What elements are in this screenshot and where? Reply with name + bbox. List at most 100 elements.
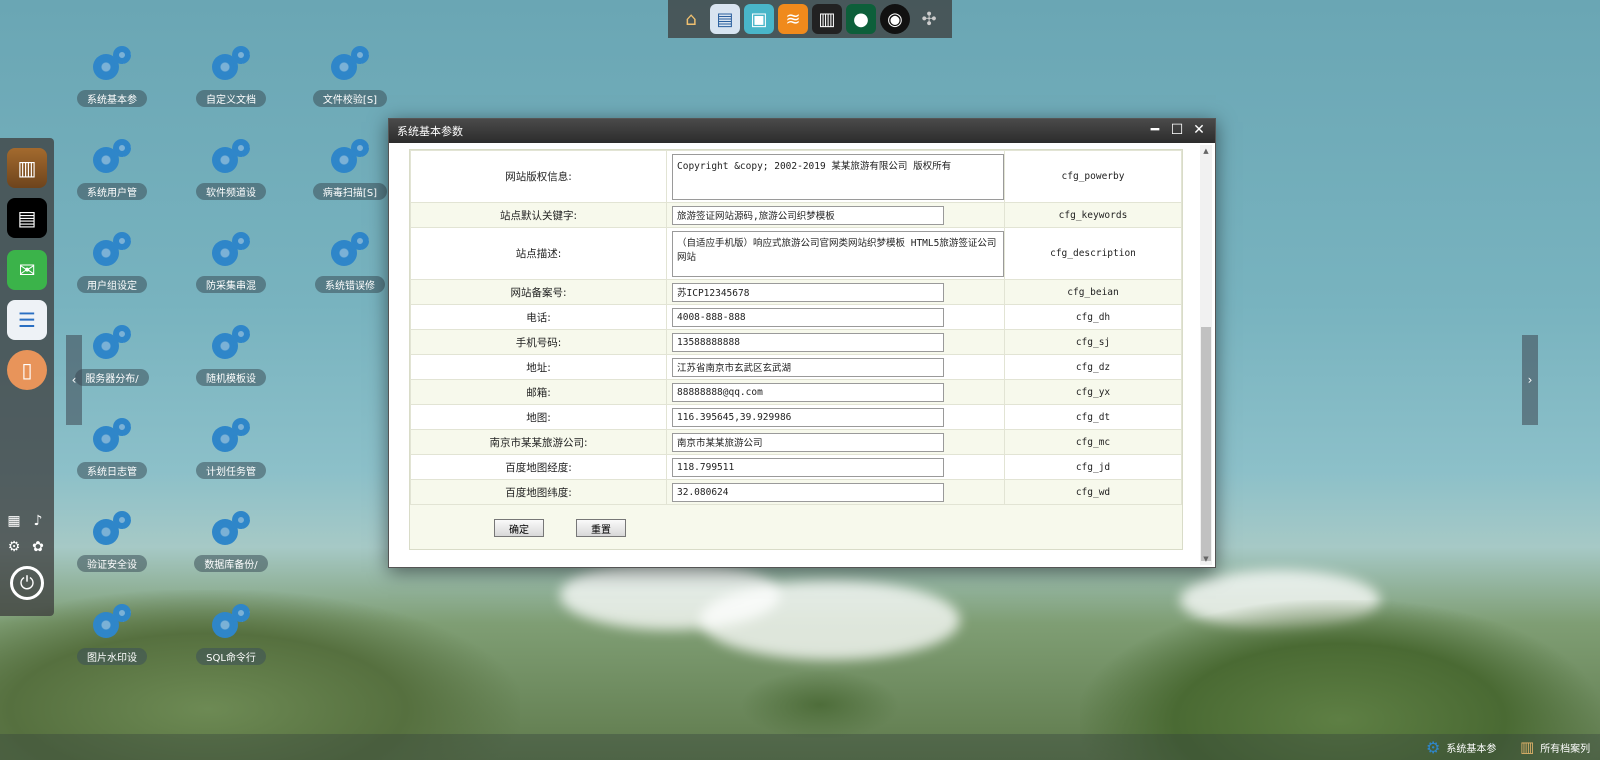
param-key: cfg_dz	[1004, 354, 1182, 380]
param-textarea[interactable]: Copyright &copy; 2002-2019 某某旅游有限公司 版权所有	[672, 153, 1004, 200]
notes-app-icon[interactable]: ▤	[7, 198, 47, 238]
param-input[interactable]	[672, 457, 944, 477]
param-row: 站点默认关键字: cfg_keywords	[410, 202, 1182, 228]
param-label: 站点描述:	[410, 227, 667, 280]
palette-icon[interactable]: ✿	[29, 538, 47, 556]
gears-icon	[206, 602, 256, 642]
param-key: cfg_beian	[1004, 279, 1182, 305]
gears-icon	[325, 137, 375, 177]
param-value-cell	[666, 354, 1005, 380]
desktop-icon[interactable]: 用户组设定	[62, 230, 162, 293]
scroll-down-icon[interactable]: ▼	[1200, 553, 1212, 565]
param-row: 网站备案号: cfg_beian	[410, 279, 1182, 305]
desktop-icon[interactable]: 文件校验[S]	[300, 44, 400, 107]
param-row: 网站版权信息: Copyright &copy; 2002-2019 某某旅游有限…	[410, 150, 1182, 203]
maximize-icon[interactable]: ☐	[1169, 122, 1185, 138]
desktop-icon[interactable]: 系统用户管	[62, 137, 162, 200]
gears-icon	[325, 44, 375, 84]
document-app-icon[interactable]: ▯	[7, 350, 47, 390]
volume-icon[interactable]: ♪	[29, 512, 47, 530]
chat-app-icon[interactable]: ✉	[7, 250, 47, 290]
ball-icon[interactable]: ◉	[880, 4, 910, 34]
desktop-icon[interactable]: SQL命令行	[181, 602, 281, 665]
desktop-icon[interactable]: 系统基本参	[62, 44, 162, 107]
user-icon[interactable]: ●	[846, 4, 876, 34]
window-title-bar[interactable]: 系统基本参数 ━ ☐ ✕	[389, 119, 1215, 143]
taskbar-item-system-params[interactable]: ⚙ 系统基本参	[1426, 735, 1496, 759]
top-dock: ⌂ ▤ ▣ ≋ ▥ ● ◉ ✣	[668, 0, 952, 38]
param-key: cfg_wd	[1004, 479, 1182, 505]
gears-icon	[87, 416, 137, 456]
param-input[interactable]	[672, 282, 944, 302]
param-key: cfg_jd	[1004, 454, 1182, 480]
desktop-icon-label: SQL命令行	[196, 648, 266, 665]
desktop-icon-label: 验证安全设	[77, 555, 147, 572]
desktop-icon-label: 数据库备份/	[194, 555, 268, 572]
param-label: 网站备案号:	[410, 279, 667, 305]
param-row: 电话: cfg_dh	[410, 304, 1182, 330]
param-textarea[interactable]: （自适应手机版）响应式旅游公司官网类网站织梦模板 HTML5旅游签证公司网站	[672, 230, 1004, 277]
wallet-icon[interactable]: ▥	[812, 4, 842, 34]
stack-icon[interactable]: ≋	[778, 4, 808, 34]
param-value-cell	[666, 454, 1005, 480]
window-scrollbar[interactable]: ▲ ▼	[1200, 145, 1212, 565]
toolbox-icon[interactable]: ▣	[744, 4, 774, 34]
param-input[interactable]	[672, 482, 944, 502]
document-icon[interactable]: ▤	[710, 4, 740, 34]
desktop-icon-label: 用户组设定	[77, 276, 147, 293]
desktop-icon-label: 系统日志管	[77, 462, 147, 479]
param-input[interactable]	[672, 205, 944, 225]
scroll-up-icon[interactable]: ▲	[1200, 145, 1212, 157]
desktop-icon[interactable]: 防采集串混	[181, 230, 281, 293]
reset-button[interactable]: 重置	[576, 519, 626, 537]
minimize-icon[interactable]: ━	[1147, 122, 1163, 138]
system-params-window: 系统基本参数 ━ ☐ ✕ 网站版权信息: Copyright &copy; 200…	[388, 118, 1216, 568]
desktop-icon[interactable]: 病毒扫描[S]	[300, 137, 400, 200]
desktop-icon[interactable]: 系统日志管	[62, 416, 162, 479]
param-key: cfg_keywords	[1004, 202, 1182, 228]
gears-icon	[87, 230, 137, 270]
desktop-icon[interactable]: 图片水印设	[62, 602, 162, 665]
desktop-icon-label: 自定义文档	[196, 90, 266, 107]
next-page-arrow[interactable]: ›	[1522, 335, 1538, 425]
gears-icon	[206, 416, 256, 456]
close-icon[interactable]: ✕	[1191, 122, 1207, 138]
desktop-icon[interactable]: 数据库备份/	[181, 509, 281, 572]
param-label: 站点默认关键字:	[410, 202, 667, 228]
desktop-icon[interactable]: 随机模板设	[181, 323, 281, 386]
power-icon[interactable]: ⏻	[10, 566, 44, 600]
scrollbar-thumb[interactable]	[1201, 327, 1211, 561]
desktop-icon[interactable]: 软件频道设	[181, 137, 281, 200]
calendar-icon[interactable]: ▦	[5, 512, 23, 530]
gear-icon[interactable]: ⚙	[5, 538, 23, 556]
window-title: 系统基本参数	[397, 125, 463, 138]
taskbar-item-all-archives[interactable]: ▥ 所有档案列	[1520, 735, 1590, 759]
desktop-icon-label: 随机模板设	[196, 369, 266, 386]
param-value-cell	[666, 379, 1005, 405]
desktop-icon[interactable]: 自定义文档	[181, 44, 281, 107]
param-row: 邮箱: cfg_yx	[410, 379, 1182, 405]
books-app-icon[interactable]: ▥	[7, 148, 47, 188]
param-input[interactable]	[672, 357, 944, 377]
desktop-icon[interactable]: 验证安全设	[62, 509, 162, 572]
desktop-icon[interactable]: 系统错误修	[300, 230, 400, 293]
settings-app-icon[interactable]: ☰	[7, 300, 47, 340]
confirm-button[interactable]: 确定	[494, 519, 544, 537]
param-label: 手机号码:	[410, 329, 667, 355]
prev-page-arrow[interactable]: ‹	[66, 335, 82, 425]
params-form: 网站版权信息: Copyright &copy; 2002-2019 某某旅游有限…	[409, 149, 1183, 550]
param-input[interactable]	[672, 382, 944, 402]
robot-icon[interactable]: ✣	[914, 4, 944, 34]
desktop-icon-label: 系统错误修	[315, 276, 385, 293]
param-key: cfg_dt	[1004, 404, 1182, 430]
desktop-icon[interactable]: 计划任务管	[181, 416, 281, 479]
param-key: cfg_mc	[1004, 429, 1182, 455]
books-icon: ▥	[1520, 738, 1535, 756]
param-input[interactable]	[672, 307, 944, 327]
param-key: cfg_dh	[1004, 304, 1182, 330]
gear-icon: ⚙	[1426, 737, 1441, 757]
home-icon[interactable]: ⌂	[676, 4, 706, 34]
param-input[interactable]	[672, 432, 944, 452]
param-input[interactable]	[672, 332, 944, 352]
param-input[interactable]	[672, 407, 944, 427]
